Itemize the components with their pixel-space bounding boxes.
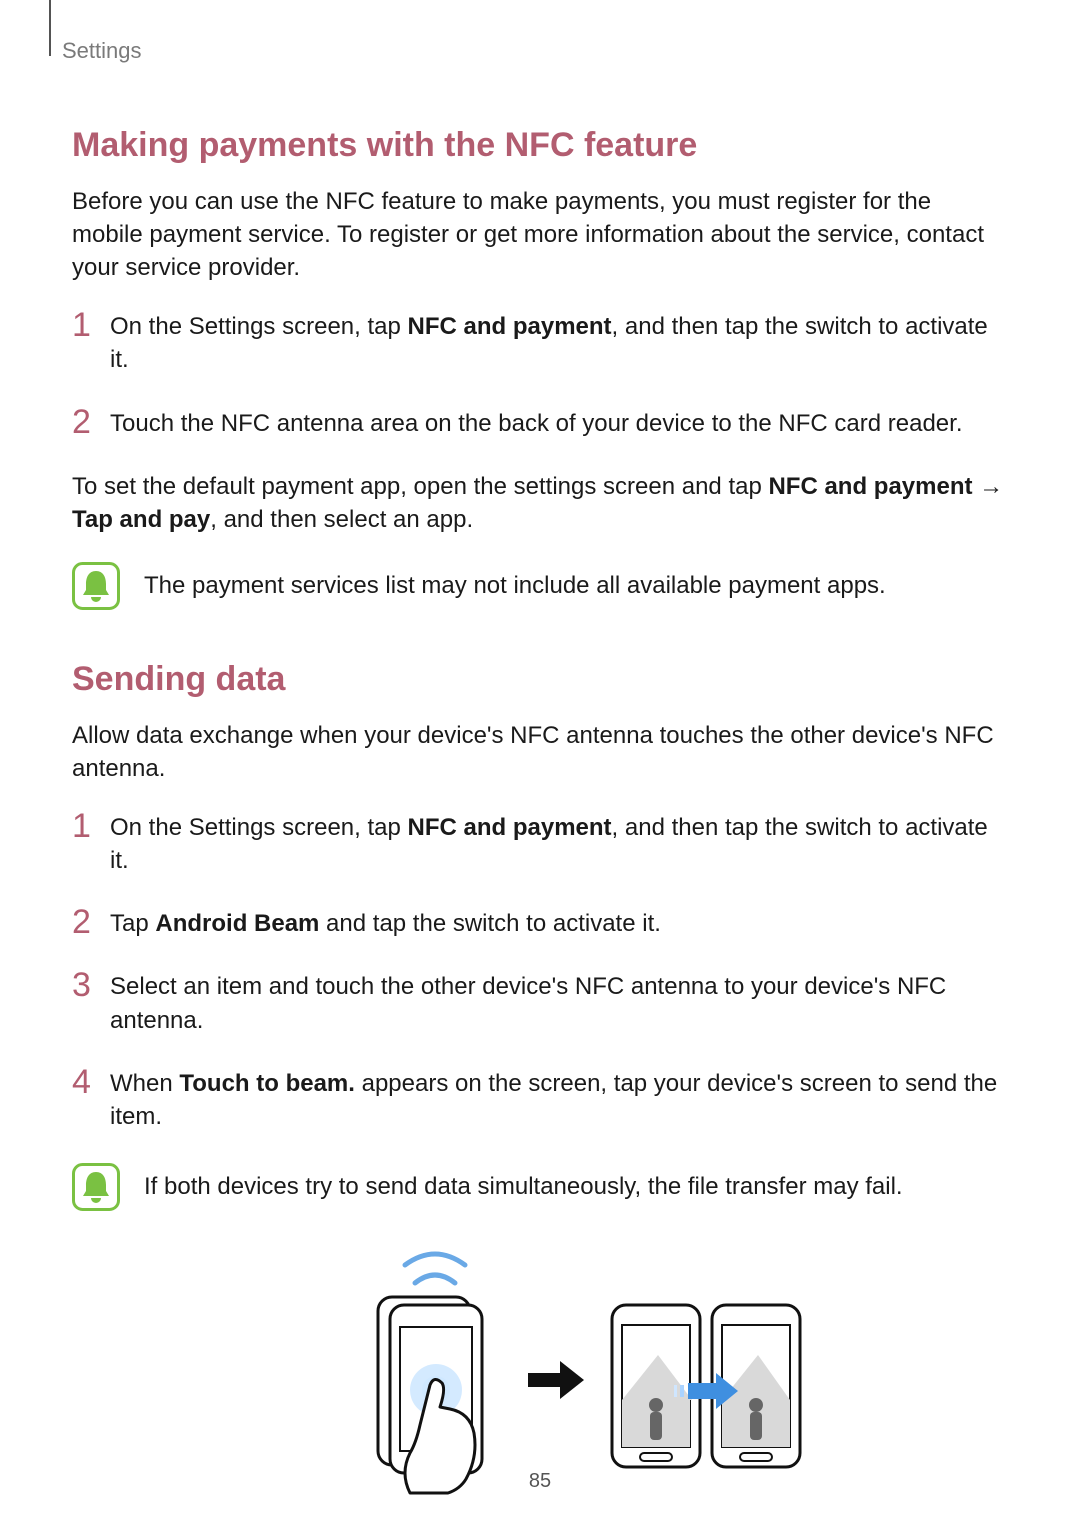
section-title-nfc-payments: Making payments with the NFC feature [72,126,1008,165]
step-number: 1 [72,308,110,342]
section2-note: If both devices try to send data simulta… [72,1163,1008,1211]
section1-intro: Before you can use the NFC feature to ma… [72,185,1008,284]
step-number: 2 [72,905,110,939]
note-text: The payment services list may not includ… [144,569,886,602]
step-number: 1 [72,809,110,843]
step-text: Touch the NFC antenna area on the back o… [110,407,1008,440]
section2-step-2: 2 Tap Android Beam and tap the switch to… [72,907,1008,940]
section2-step-3: 3 Select an item and touch the other dev… [72,970,1008,1036]
section1-note: The payment services list may not includ… [72,562,1008,610]
breadcrumb: Settings [62,38,1008,64]
step-text: Select an item and touch the other devic… [110,970,1008,1036]
section2-intro: Allow data exchange when your device's N… [72,719,1008,785]
note-text: If both devices try to send data simulta… [144,1170,903,1203]
step-number: 4 [72,1065,110,1099]
step-text: On the Settings screen, tap NFC and paym… [110,811,1008,877]
page-number: 85 [0,1470,1080,1493]
section1-step-1: 1 On the Settings screen, tap NFC and pa… [72,310,1008,376]
step-number: 3 [72,968,110,1002]
step-text: On the Settings screen, tap NFC and paym… [110,310,1008,376]
step-text: When Touch to beam. appears on the scree… [110,1067,1008,1133]
nfc-beam-illustration [72,1235,1008,1495]
section1-step-2: 2 Touch the NFC antenna area on the back… [72,407,1008,440]
section-title-sending-data: Sending data [72,660,1008,699]
step-number: 2 [72,405,110,439]
bell-icon [72,562,120,610]
page-side-rule [49,0,51,56]
bell-icon [72,1163,120,1211]
section1-extra: To set the default payment app, open the… [72,470,1008,536]
section2-step-4: 4 When Touch to beam. appears on the scr… [72,1067,1008,1133]
section2-step-1: 1 On the Settings screen, tap NFC and pa… [72,811,1008,877]
step-text: Tap Android Beam and tap the switch to a… [110,907,1008,940]
